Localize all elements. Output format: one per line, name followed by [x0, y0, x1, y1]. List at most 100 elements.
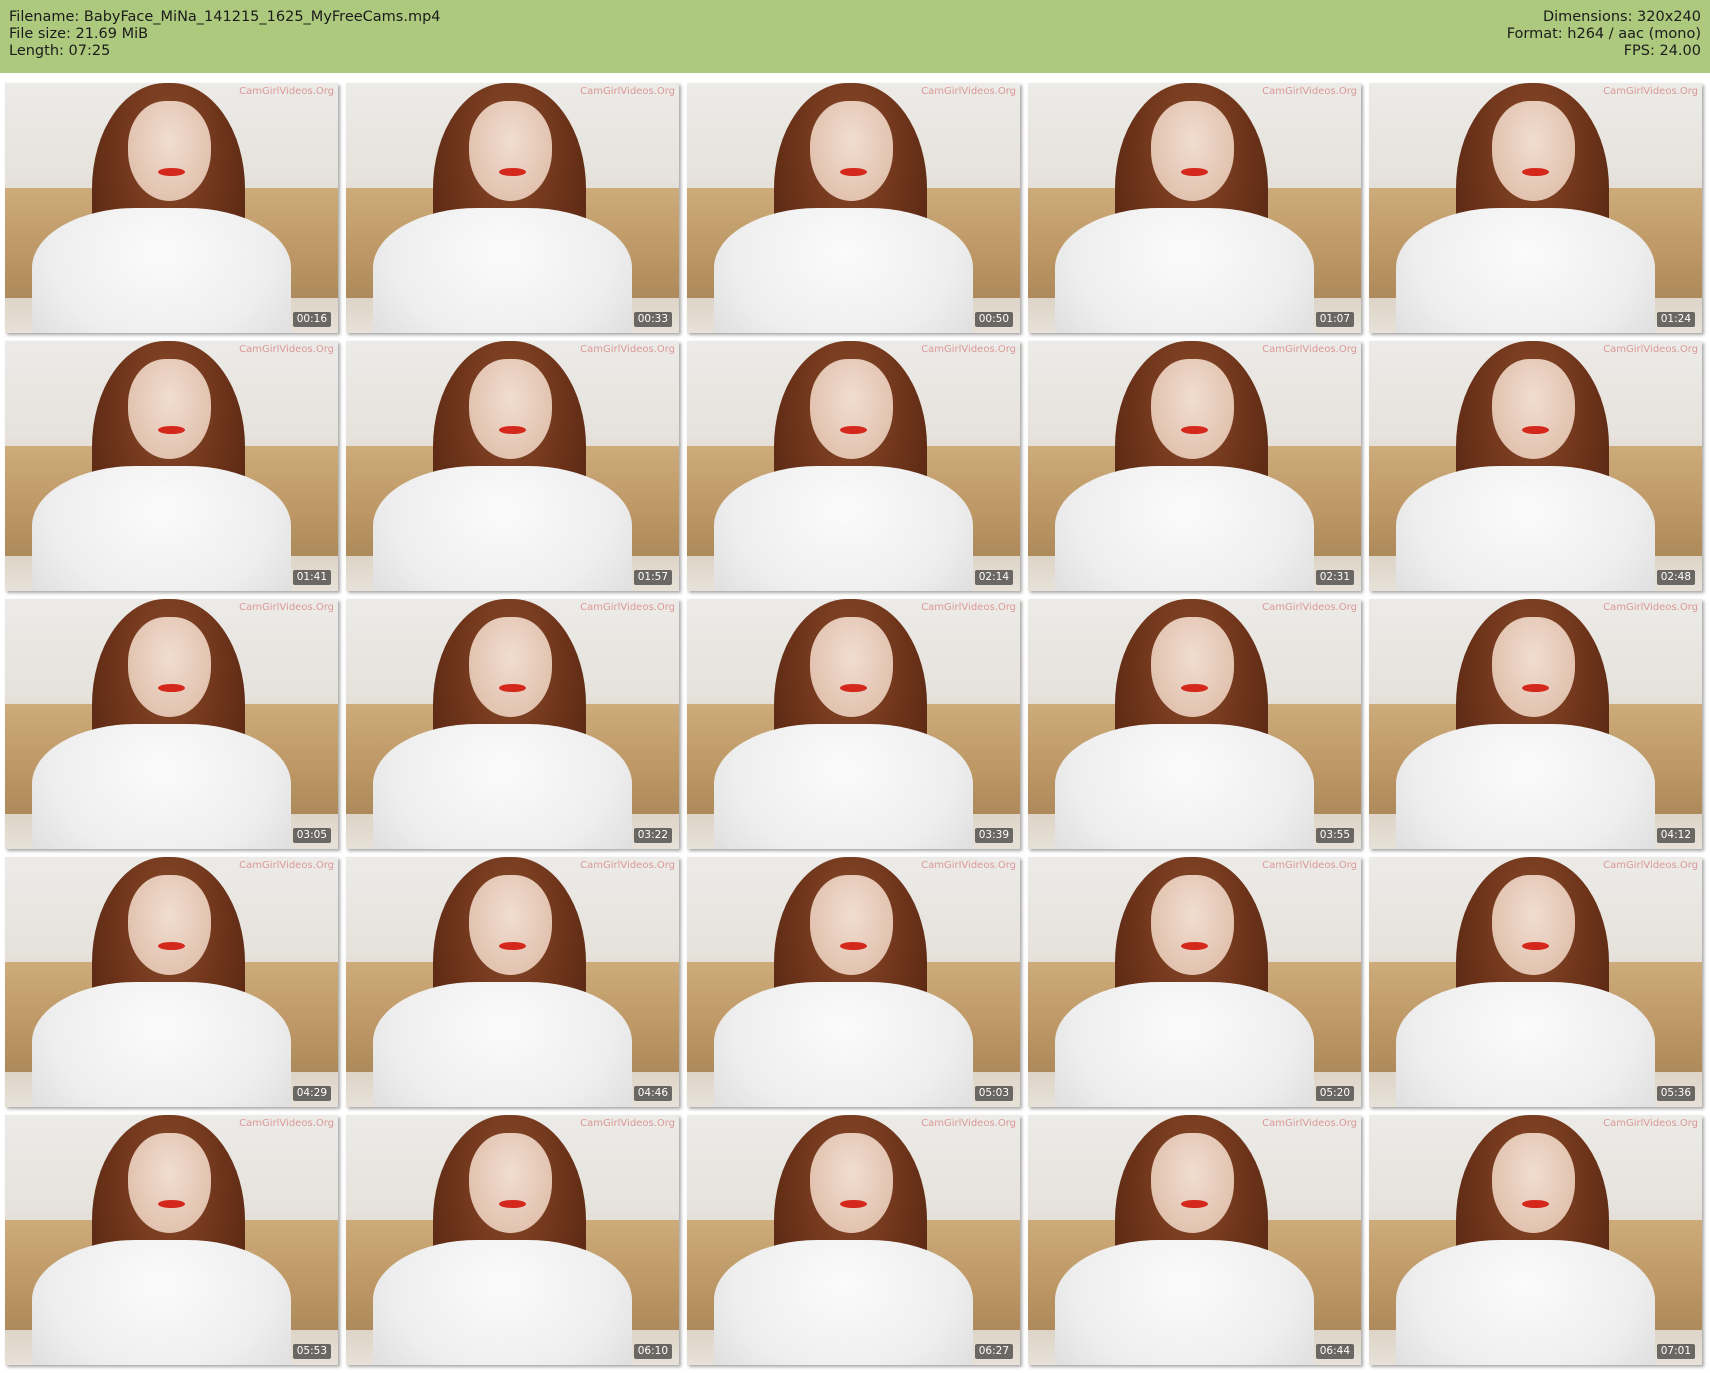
lips-shape — [158, 942, 185, 950]
face-shape — [469, 1132, 553, 1233]
watermark: CamGirlVideos.Org — [921, 602, 1016, 613]
lips-shape — [1181, 1200, 1208, 1208]
lips-shape — [1522, 426, 1549, 434]
thumbnail-timestamp: 01:07 — [1315, 312, 1354, 327]
lips-shape — [499, 426, 526, 434]
thumbnail-grid: CamGirlVideos.Org 00:16 CamGirlVideos.Org 0… — [0, 0, 1710, 1373]
watermark: CamGirlVideos.Org — [1603, 1118, 1698, 1129]
thumbnail-timestamp: 02:48 — [1656, 570, 1695, 585]
lips-shape — [1181, 168, 1208, 176]
video-thumbnail: CamGirlVideos.Org 05:20 — [1028, 857, 1361, 1107]
video-thumbnail: CamGirlVideos.Org 03:55 — [1028, 599, 1361, 849]
video-thumbnail: CamGirlVideos.Org 00:16 — [5, 83, 338, 333]
thumbnail-timestamp: 01:24 — [1656, 312, 1695, 327]
video-thumbnail: CamGirlVideos.Org 06:44 — [1028, 1115, 1361, 1365]
shirt-shape — [31, 466, 292, 591]
face-shape — [128, 100, 212, 201]
face-shape — [1492, 100, 1576, 201]
shirt-shape — [372, 982, 633, 1107]
face-shape — [810, 1132, 894, 1233]
thumbnail-timestamp: 03:39 — [974, 828, 1013, 843]
shirt-shape — [1054, 466, 1315, 591]
video-thumbnail: CamGirlVideos.Org 02:31 — [1028, 341, 1361, 591]
watermark: CamGirlVideos.Org — [1603, 860, 1698, 871]
watermark: CamGirlVideos.Org — [239, 602, 334, 613]
lips-shape — [499, 942, 526, 950]
thumbnail-timestamp: 00:50 — [974, 312, 1013, 327]
watermark: CamGirlVideos.Org — [239, 1118, 334, 1129]
thumbnail-timestamp: 05:36 — [1656, 1086, 1695, 1101]
shirt-shape — [1395, 1240, 1656, 1365]
shirt-shape — [31, 724, 292, 849]
lips-shape — [840, 1200, 867, 1208]
lips-shape — [840, 942, 867, 950]
lips-shape — [1522, 168, 1549, 176]
video-thumbnail: CamGirlVideos.Org 07:01 — [1369, 1115, 1702, 1365]
watermark: CamGirlVideos.Org — [239, 860, 334, 871]
lips-shape — [499, 168, 526, 176]
lips-shape — [158, 168, 185, 176]
shirt-shape — [713, 982, 974, 1107]
thumbnail-timestamp: 05:03 — [974, 1086, 1013, 1101]
video-thumbnail: CamGirlVideos.Org 01:41 — [5, 341, 338, 591]
thumbnail-timestamp: 04:29 — [292, 1086, 331, 1101]
video-thumbnail: CamGirlVideos.Org 03:39 — [687, 599, 1020, 849]
watermark: CamGirlVideos.Org — [239, 86, 334, 97]
video-thumbnail: CamGirlVideos.Org 06:10 — [346, 1115, 679, 1365]
thumbnail-timestamp: 00:16 — [292, 312, 331, 327]
video-thumbnail: CamGirlVideos.Org 02:48 — [1369, 341, 1702, 591]
thumbnail-timestamp: 06:44 — [1315, 1344, 1354, 1359]
shirt-shape — [372, 1240, 633, 1365]
face-shape — [1492, 616, 1576, 717]
thumbnail-timestamp: 03:22 — [633, 828, 672, 843]
lips-shape — [1181, 426, 1208, 434]
face-shape — [128, 616, 212, 717]
shirt-shape — [31, 208, 292, 333]
face-shape — [810, 874, 894, 975]
watermark: CamGirlVideos.Org — [580, 344, 675, 355]
face-shape — [469, 616, 553, 717]
watermark: CamGirlVideos.Org — [580, 602, 675, 613]
face-shape — [128, 358, 212, 459]
shirt-shape — [1054, 1240, 1315, 1365]
shirt-shape — [1054, 724, 1315, 849]
shirt-shape — [372, 724, 633, 849]
shirt-shape — [1395, 982, 1656, 1107]
watermark: CamGirlVideos.Org — [580, 1118, 675, 1129]
lips-shape — [1522, 684, 1549, 692]
face-shape — [810, 616, 894, 717]
face-shape — [469, 100, 553, 201]
shirt-shape — [1054, 208, 1315, 333]
lips-shape — [158, 426, 185, 434]
watermark: CamGirlVideos.Org — [1262, 86, 1357, 97]
watermark: CamGirlVideos.Org — [1603, 344, 1698, 355]
watermark: CamGirlVideos.Org — [921, 86, 1016, 97]
shirt-shape — [713, 724, 974, 849]
face-shape — [1151, 874, 1235, 975]
thumbnail-timestamp: 02:31 — [1315, 570, 1354, 585]
thumbnail-timestamp: 02:14 — [974, 570, 1013, 585]
face-shape — [1151, 100, 1235, 201]
thumbnail-timestamp: 01:57 — [633, 570, 672, 585]
thumbnail-timestamp: 00:33 — [633, 312, 672, 327]
lips-shape — [840, 168, 867, 176]
watermark: CamGirlVideos.Org — [921, 860, 1016, 871]
watermark: CamGirlVideos.Org — [1262, 344, 1357, 355]
video-thumbnail: CamGirlVideos.Org 01:24 — [1369, 83, 1702, 333]
face-shape — [1492, 1132, 1576, 1233]
lips-shape — [1181, 684, 1208, 692]
face-shape — [128, 874, 212, 975]
thumbnail-timestamp: 06:27 — [974, 1344, 1013, 1359]
watermark: CamGirlVideos.Org — [1603, 602, 1698, 613]
face-shape — [1151, 616, 1235, 717]
face-shape — [469, 358, 553, 459]
watermark: CamGirlVideos.Org — [1262, 602, 1357, 613]
shirt-shape — [372, 208, 633, 333]
video-thumbnail: CamGirlVideos.Org 05:53 — [5, 1115, 338, 1365]
shirt-shape — [713, 466, 974, 591]
thumbnail-timestamp: 05:20 — [1315, 1086, 1354, 1101]
video-thumbnail: CamGirlVideos.Org 01:07 — [1028, 83, 1361, 333]
lips-shape — [499, 684, 526, 692]
lips-shape — [840, 426, 867, 434]
face-shape — [810, 100, 894, 201]
